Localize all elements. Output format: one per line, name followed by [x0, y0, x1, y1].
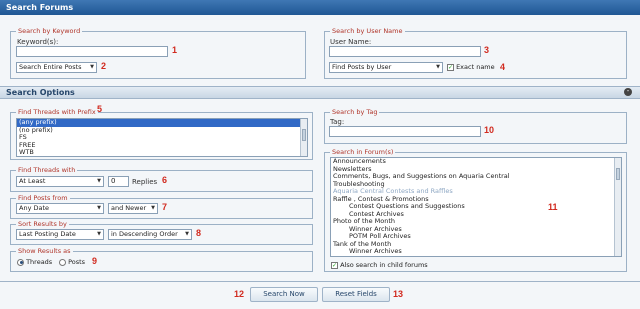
search-now-button[interactable]: Search Now — [250, 287, 318, 302]
username-legend: Search by User Name — [332, 27, 403, 35]
search-options-title: Search Options — [6, 88, 75, 97]
sort-order-value: in Descending Order — [111, 230, 178, 238]
threads-with-legend: Find Threads with — [18, 166, 76, 174]
callout-7: 7 — [162, 202, 168, 212]
page-title: Search Forums — [6, 3, 74, 12]
reset-fields-button[interactable]: Reset Fields — [322, 287, 390, 302]
exact-name-checkbox[interactable]: ✓ — [447, 63, 454, 71]
prefix-scrollbar[interactable] — [300, 119, 307, 156]
show-as-fieldset: Show Results as — [10, 247, 313, 272]
sort-order-select[interactable]: in Descending Order ▼ — [108, 229, 192, 240]
date-direction-value: and Newer — [111, 204, 147, 212]
show-as-legend: Show Results as — [18, 247, 71, 255]
child-forums-label: Also search in child forums — [340, 261, 428, 269]
sort-legend: Sort Results by — [18, 220, 67, 228]
collapse-icon[interactable]: - — [624, 88, 632, 96]
prefix-option[interactable]: (any prefix) — [17, 119, 307, 127]
username-label: User Name: — [330, 38, 372, 46]
sort-field-value: Last Posting Date — [19, 230, 76, 238]
callout-4: 4 — [500, 62, 506, 72]
forum-listbox[interactable]: Announcements Newsletters Comments, Bugs… — [330, 157, 622, 257]
threads-label: Threads — [26, 258, 53, 266]
chevron-down-icon: ▼ — [151, 205, 155, 211]
divider — [0, 281, 640, 282]
reply-mode-select[interactable]: At Least ▼ — [16, 176, 104, 187]
child-forums-checkbox[interactable]: ✓ — [331, 261, 338, 269]
replies-label: Replies — [132, 178, 158, 186]
page-header: Search Forums — [0, 0, 640, 15]
callout-9: 9 — [92, 256, 98, 266]
show-posts-option[interactable]: Posts — [59, 258, 85, 266]
chevron-down-icon: ▼ — [97, 231, 101, 237]
posts-radio[interactable] — [59, 258, 66, 266]
exact-name-label: Exact name — [456, 63, 495, 71]
callout-5: 5 — [97, 104, 103, 114]
keyword-input[interactable] — [16, 46, 168, 57]
search-scope-value: Search Entire Posts — [19, 63, 82, 71]
posts-from-legend: Find Posts from — [18, 194, 68, 202]
callout-2: 2 — [101, 61, 107, 71]
tag-label: Tag: — [330, 118, 345, 126]
date-range-value: Any Date — [19, 204, 50, 212]
scroll-thumb[interactable] — [616, 168, 620, 180]
forum-option[interactable]: Announcements — [331, 158, 621, 166]
child-forums-option[interactable]: ✓ Also search in child forums — [331, 261, 428, 269]
reply-count-input[interactable]: 0 — [108, 176, 129, 187]
chevron-down-icon: ▼ — [185, 231, 189, 237]
user-mode-select[interactable]: Find Posts by User ▼ — [329, 62, 443, 73]
sort-field-select[interactable]: Last Posting Date ▼ — [16, 229, 104, 240]
forum-scrollbar[interactable] — [614, 158, 621, 256]
tag-legend: Search by Tag — [332, 108, 378, 116]
user-mode-value: Find Posts by User — [332, 63, 392, 71]
show-threads-option[interactable]: Threads — [17, 258, 52, 266]
chevron-down-icon: ▼ — [436, 64, 440, 70]
search-scope-select[interactable]: Search Entire Posts ▼ — [16, 62, 97, 73]
prefix-listbox[interactable]: (any prefix) (no prefix) FS FREE WTB — [16, 118, 308, 157]
forums-legend: Search in Forum(s) — [332, 148, 394, 156]
prefix-option[interactable]: (no prefix) — [17, 126, 307, 135]
scroll-thumb[interactable] — [302, 129, 306, 141]
date-range-select[interactable]: Any Date ▼ — [16, 203, 104, 214]
prefix-option[interactable]: FREE — [17, 141, 307, 150]
date-direction-select[interactable]: and Newer ▼ — [108, 203, 158, 214]
tag-input[interactable] — [329, 126, 481, 137]
prefix-option[interactable]: WTB — [17, 148, 307, 156]
chevron-down-icon: ▼ — [90, 64, 94, 70]
callout-10: 10 — [484, 125, 495, 135]
prefix-option[interactable]: FS — [17, 133, 307, 142]
forum-option[interactable]: Winner Archives — [331, 247, 621, 256]
reply-mode-value: At Least — [19, 177, 46, 185]
search-options-bar[interactable]: Search Options — [0, 86, 640, 99]
callout-13: 13 — [393, 289, 404, 299]
keyword-label: Keyword(s): — [17, 38, 59, 46]
exact-name-option[interactable]: ✓ Exact name — [447, 63, 495, 71]
chevron-down-icon: ▼ — [97, 205, 101, 211]
threads-radio[interactable] — [17, 258, 24, 266]
callout-11: 11 — [548, 202, 558, 212]
prefix-legend: Find Threads with Prefix — [18, 108, 96, 116]
chevron-down-icon: ▼ — [97, 178, 101, 184]
posts-label: Posts — [68, 258, 86, 266]
keyword-legend: Search by Keyword — [18, 27, 81, 35]
callout-8: 8 — [196, 228, 202, 238]
callout-12: 12 — [234, 289, 245, 299]
callout-3: 3 — [484, 45, 490, 55]
callout-6: 6 — [162, 175, 168, 185]
username-input[interactable] — [329, 46, 481, 57]
callout-1: 1 — [172, 45, 178, 55]
